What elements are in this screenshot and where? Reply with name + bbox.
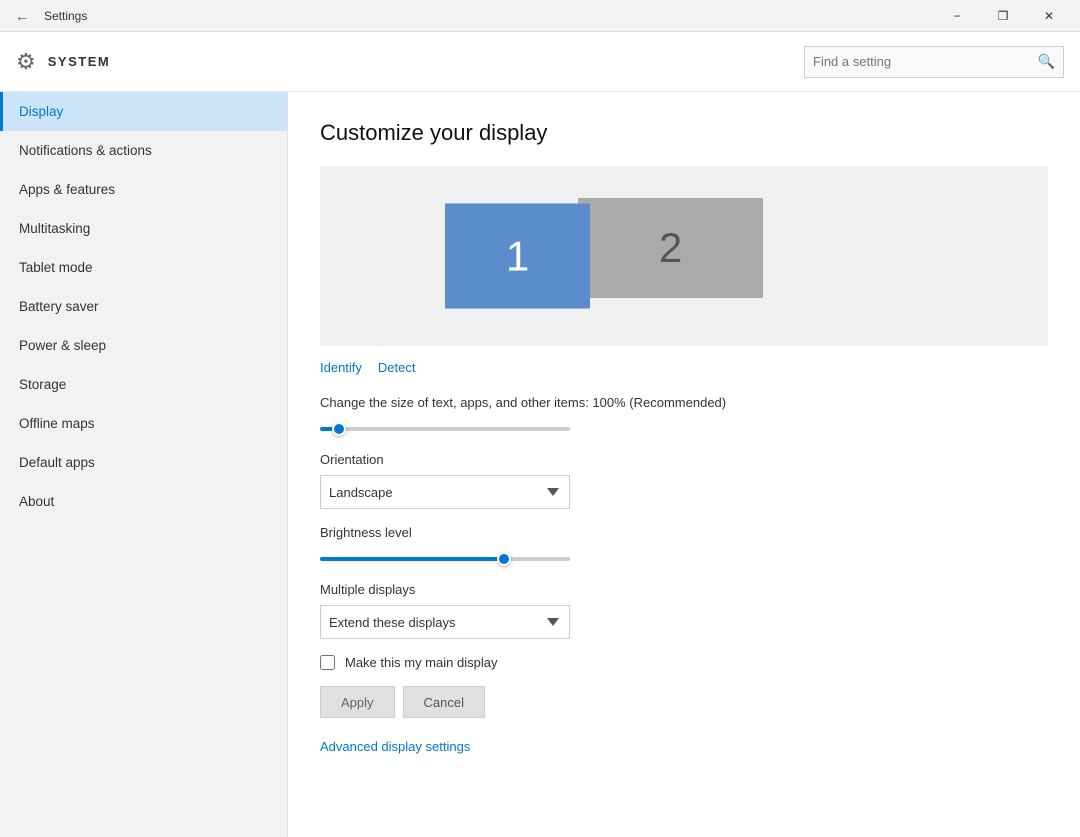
search-input[interactable]: [813, 54, 1038, 69]
main-display-checkbox-label: Make this my main display: [345, 655, 497, 670]
main-layout: Display Notifications & actions Apps & f…: [0, 92, 1080, 837]
search-box: 🔍: [804, 46, 1064, 78]
title-bar-left: ← Settings: [8, 2, 87, 30]
title-bar-controls: − ❐ ✕: [934, 0, 1072, 32]
sidebar-item-default-apps[interactable]: Default apps: [0, 443, 287, 482]
multiple-displays-select-row: Extend these displays Duplicate these di…: [320, 605, 1048, 639]
sidebar-item-about[interactable]: About: [0, 482, 287, 521]
sidebar-item-tablet-mode[interactable]: Tablet mode: [0, 248, 287, 287]
sidebar-item-power-sleep[interactable]: Power & sleep: [0, 326, 287, 365]
sidebar-item-multitasking[interactable]: Multitasking: [0, 209, 287, 248]
sidebar-item-display[interactable]: Display: [0, 92, 287, 131]
minimize-button[interactable]: −: [934, 0, 980, 32]
sidebar-item-apps-features[interactable]: Apps & features: [0, 170, 287, 209]
sidebar-item-offline-maps[interactable]: Offline maps: [0, 404, 287, 443]
scale-slider[interactable]: [320, 427, 570, 431]
sidebar-item-battery-saver[interactable]: Battery saver: [0, 287, 287, 326]
app-title: SYSTEM: [48, 54, 110, 69]
multiple-displays-select[interactable]: Extend these displays Duplicate these di…: [320, 605, 570, 639]
sidebar-item-storage[interactable]: Storage: [0, 365, 287, 404]
display-preview: 1 2: [320, 166, 1048, 346]
search-icon: 🔍: [1038, 53, 1055, 70]
identify-link[interactable]: Identify: [320, 360, 362, 375]
title-bar-title: Settings: [44, 9, 87, 23]
detect-link[interactable]: Detect: [378, 360, 416, 375]
scale-label: Change the size of text, apps, and other…: [320, 395, 1048, 410]
content-area: Customize your display 1 2 Identify Dete…: [288, 92, 1080, 837]
main-display-checkbox-row: Make this my main display: [320, 655, 1048, 670]
close-button[interactable]: ✕: [1026, 0, 1072, 32]
maximize-button[interactable]: ❐: [980, 0, 1026, 32]
monitor-2[interactable]: 2: [578, 198, 763, 298]
multiple-displays-label: Multiple displays: [320, 582, 1048, 597]
app-header: ⚙ SYSTEM 🔍: [0, 32, 1080, 92]
brightness-slider-container: [320, 548, 1048, 566]
page-title: Customize your display: [320, 120, 1048, 146]
brightness-label: Brightness level: [320, 525, 1048, 540]
gear-icon: ⚙: [16, 49, 36, 75]
orientation-select-row: Landscape Portrait Landscape (flipped) P…: [320, 475, 1048, 509]
buttons-row: Apply Cancel: [320, 686, 1048, 718]
apply-button[interactable]: Apply: [320, 686, 395, 718]
advanced-display-settings-link[interactable]: Advanced display settings: [320, 739, 470, 754]
back-button[interactable]: ←: [8, 2, 36, 30]
cancel-button[interactable]: Cancel: [403, 686, 485, 718]
scale-slider-container: [320, 418, 1048, 436]
main-display-checkbox[interactable]: [320, 655, 335, 670]
orientation-select[interactable]: Landscape Portrait Landscape (flipped) P…: [320, 475, 570, 509]
title-bar: ← Settings − ❐ ✕: [0, 0, 1080, 32]
links-row: Identify Detect: [320, 360, 1048, 375]
sidebar-item-notifications[interactable]: Notifications & actions: [0, 131, 287, 170]
orientation-label: Orientation: [320, 452, 1048, 467]
monitor-1[interactable]: 1: [445, 204, 590, 309]
sidebar: Display Notifications & actions Apps & f…: [0, 92, 288, 837]
brightness-slider[interactable]: [320, 557, 570, 561]
